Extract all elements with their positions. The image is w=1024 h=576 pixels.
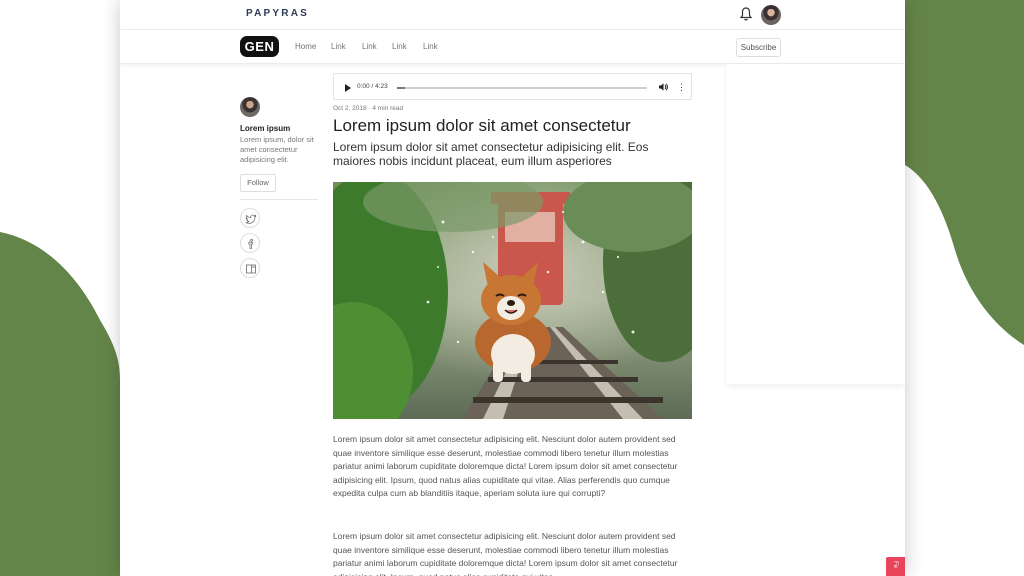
nav-bar: GEN Home Link Link Link Link Subscribe	[120, 30, 905, 64]
article-paragraph-2: Lorem ipsum dolor sit amet consectetur a…	[333, 531, 678, 576]
right-sidebar	[727, 64, 905, 384]
play-icon[interactable]	[345, 84, 351, 92]
corgi-illustration	[333, 182, 692, 419]
share-facebook-button[interactable]	[240, 233, 260, 253]
volume-icon[interactable]	[658, 82, 668, 92]
nav-link-4[interactable]: Link	[423, 42, 438, 51]
audio-progress-fill	[397, 87, 405, 89]
twitter-icon	[245, 214, 257, 224]
feedback-tab[interactable]: Fe	[886, 557, 905, 576]
nav-link-1[interactable]: Link	[331, 42, 346, 51]
user-avatar[interactable]	[761, 5, 781, 25]
author-bio: Lorem ipsum, dolor sit amet consectetur …	[240, 135, 314, 164]
nav-link-2[interactable]: Link	[362, 42, 377, 51]
follow-button[interactable]: Follow	[240, 174, 276, 192]
article-subtitle: Lorem ipsum dolor sit amet consectetur a…	[333, 140, 649, 168]
brand-logo[interactable]: PAPYRAS	[246, 8, 309, 19]
more-options-icon[interactable]: ⋮	[677, 83, 686, 92]
facebook-icon	[248, 239, 254, 249]
sidebar-divider	[240, 199, 318, 200]
article-meta: Oct 2, 2018 · 4 min read	[333, 105, 404, 112]
nav-link-3[interactable]: Link	[392, 42, 407, 51]
share-twitter-button[interactable]	[240, 208, 260, 228]
top-bar: PAPYRAS	[120, 0, 905, 30]
bookmark-icon	[246, 264, 256, 274]
article-title: Lorem ipsum dolor sit amet consectetur	[333, 116, 631, 135]
subscribe-button[interactable]: Subscribe	[736, 38, 781, 57]
article-paragraph-1: Lorem ipsum dolor sit amet consectetur a…	[333, 434, 678, 499]
blog-page: PAPYRAS GEN Home Link Link Link Link Sub…	[120, 0, 905, 576]
hero-image	[333, 182, 692, 419]
nav-link-home[interactable]: Home	[295, 42, 316, 51]
share-bookmark-button[interactable]	[240, 258, 260, 278]
author-avatar[interactable]	[240, 97, 260, 117]
audio-time: 0:00 / 4:23	[357, 83, 388, 90]
gen-logo[interactable]: GEN	[240, 36, 279, 57]
bell-icon[interactable]	[739, 6, 753, 22]
audio-progress-track[interactable]	[397, 87, 647, 89]
feedback-tab-label: Fe	[892, 561, 898, 569]
author-name[interactable]: Lorem ipsum	[240, 124, 290, 133]
audio-player: 0:00 / 4:23 ⋮	[333, 73, 692, 100]
